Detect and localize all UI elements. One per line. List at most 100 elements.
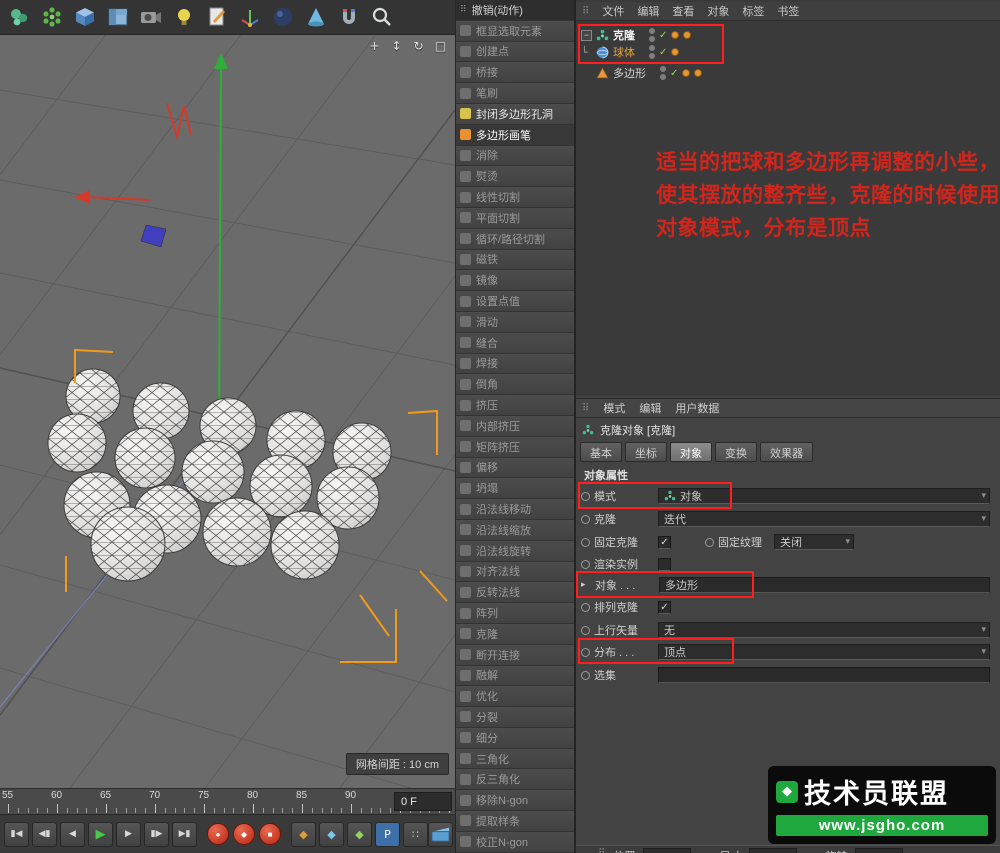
keyframe-dot[interactable] — [581, 648, 590, 657]
current-frame-box[interactable]: 0 F — [394, 792, 452, 811]
palette-item-32[interactable]: 融解 — [456, 666, 574, 687]
tab-4[interactable]: 效果器 — [760, 442, 813, 462]
palette-item-16[interactable]: 缝合 — [456, 333, 574, 354]
palette-item-20[interactable]: 内部挤压 — [456, 416, 574, 437]
next-key-button[interactable]: ▮▶ — [144, 822, 169, 847]
array-flower-icon[interactable] — [38, 4, 65, 31]
viewport[interactable]: +↕↻□ 网格间距 : 10 cm — [0, 35, 455, 788]
key-rotation-button[interactable]: ◆ — [347, 822, 372, 847]
tag-icon[interactable] — [671, 31, 679, 39]
coords-field-1[interactable] — [749, 848, 797, 853]
am-menu-2[interactable]: 用户数据 — [675, 400, 719, 416]
visibility-dots[interactable] — [660, 66, 666, 80]
coords-field-2[interactable] — [855, 848, 903, 853]
record-autokey-button[interactable]: ◆ — [233, 823, 255, 845]
magnet-icon[interactable] — [335, 4, 362, 31]
palette-item-18[interactable]: 倒角 — [456, 374, 574, 395]
tree-item-2[interactable]: 多边形✓ — [581, 65, 995, 81]
palette-item-14[interactable]: 设置点值 — [456, 291, 574, 312]
palette-item-6[interactable]: 多边形画笔 — [456, 125, 574, 146]
visibility-dots[interactable] — [649, 45, 655, 59]
clone-d0[interactable]: 迭代 ▾ — [658, 511, 990, 527]
play-button[interactable]: ▶ — [88, 822, 113, 847]
edit-page-icon[interactable] — [203, 4, 230, 31]
palette-item-31[interactable]: 断开连接 — [456, 645, 574, 666]
palette-item-23[interactable]: 坍塌 — [456, 478, 574, 499]
light-icon[interactable] — [170, 4, 197, 31]
palette-item-8[interactable]: 熨烫 — [456, 166, 574, 187]
palette-item-22[interactable]: 偏移 — [456, 458, 574, 479]
palette-item-19[interactable]: 挤压 — [456, 395, 574, 416]
object-link-field[interactable]: 多边形 — [659, 577, 990, 593]
keyframe-dot[interactable] — [705, 538, 714, 547]
go-start-button[interactable]: ▮◀ — [4, 822, 29, 847]
render-instance-checkbox[interactable] — [658, 558, 671, 571]
keyframe-dot[interactable] — [581, 560, 590, 569]
dark-sphere-icon[interactable] — [269, 4, 296, 31]
up-vector-dropdown[interactable]: 无 ▾ — [658, 622, 990, 638]
palette-item-15[interactable]: 滑动 — [456, 312, 574, 333]
palette-item-11[interactable]: 循环/路径切割 — [456, 229, 574, 250]
palette-item-21[interactable]: 矩阵挤压 — [456, 437, 574, 458]
tree-item-0[interactable]: −克隆✓ — [581, 27, 995, 43]
palette-item-36[interactable]: 三角化 — [456, 749, 574, 770]
model-cluster-icon[interactable] — [5, 4, 32, 31]
align-clone-checkbox[interactable]: ✓ — [658, 601, 671, 614]
palette-item-30[interactable]: 克隆 — [456, 624, 574, 645]
go-end-button[interactable]: ▶▮ — [172, 822, 197, 847]
zoom-view-icon[interactable]: ↕ — [389, 39, 404, 54]
tab-3[interactable]: 变换 — [715, 442, 757, 462]
cone-icon[interactable] — [302, 4, 329, 31]
palette-item-24[interactable]: 沿法线移动 — [456, 499, 574, 520]
keyframe-dot[interactable] — [581, 515, 590, 524]
am-menu-1[interactable]: 编辑 — [639, 400, 661, 416]
palette-item-0[interactable]: ⠿撤销(动作) — [456, 0, 574, 21]
prev-frame-button[interactable]: ◀ — [60, 822, 85, 847]
cube-icon[interactable] — [71, 4, 98, 31]
keyframe-dot[interactable] — [581, 603, 590, 612]
prev-key-button[interactable]: ◀▮ — [32, 822, 57, 847]
palette-item-38[interactable]: 移除N-gon — [456, 790, 574, 811]
palette-item-29[interactable]: 阵列 — [456, 603, 574, 624]
key-position-button[interactable]: ◆ — [291, 822, 316, 847]
magnifier-icon[interactable] — [368, 4, 395, 31]
palette-item-33[interactable]: 优化 — [456, 686, 574, 707]
tab-0[interactable]: 基本 — [580, 442, 622, 462]
palette-item-27[interactable]: 对齐法线 — [456, 562, 574, 583]
record-keyframe-button[interactable]: ● — [207, 823, 229, 845]
maximize-view-icon[interactable]: □ — [433, 39, 448, 54]
palette-item-28[interactable]: 反转法线 — [456, 582, 574, 603]
fix-texture-dropdown[interactable]: 关闭 ▾ — [774, 534, 854, 550]
layout-panels-icon[interactable] — [104, 4, 131, 31]
keyframe-dot[interactable] — [581, 671, 590, 680]
om-menu-4[interactable]: 标签 — [742, 3, 764, 19]
pan-view-icon[interactable]: + — [367, 39, 382, 54]
keyframe-dot[interactable] — [581, 492, 590, 501]
key-pla-button[interactable]: ∷ — [403, 822, 428, 847]
tab-2[interactable]: 对象 — [670, 442, 712, 462]
om-menu-5[interactable]: 书签 — [777, 3, 799, 19]
enable-check-icon[interactable]: ✓ — [659, 47, 667, 58]
om-menu-0[interactable]: 文件 — [602, 3, 624, 19]
distribution-dropdown[interactable]: 顶点 ▾ — [658, 644, 990, 660]
keyframe-dot[interactable] — [581, 538, 590, 547]
tag-icon[interactable] — [682, 69, 690, 77]
visibility-dots[interactable] — [649, 28, 655, 42]
coords-field-0[interactable] — [643, 848, 691, 853]
render-slate-button[interactable] — [428, 822, 453, 847]
palette-item-2[interactable]: 创建点 — [456, 42, 574, 63]
tab-1[interactable]: 坐标 — [625, 442, 667, 462]
palette-item-10[interactable]: 平面切割 — [456, 208, 574, 229]
tag-icon[interactable] — [694, 69, 702, 77]
om-menu-3[interactable]: 对象 — [707, 3, 729, 19]
tree-item-1[interactable]: └球体✓ — [581, 44, 995, 60]
expander-icon[interactable]: − — [581, 30, 592, 41]
palette-item-35[interactable]: 细分 — [456, 728, 574, 749]
axis-gizmo-icon[interactable] — [236, 4, 263, 31]
enable-check-icon[interactable]: ✓ — [659, 30, 667, 41]
palette-item-17[interactable]: 焊接 — [456, 354, 574, 375]
tag-icon[interactable] — [671, 48, 679, 56]
record-selection-button[interactable]: ■ — [259, 823, 281, 845]
am-menu-0[interactable]: 模式 — [603, 400, 625, 416]
palette-item-1[interactable]: 框显选取元素 — [456, 21, 574, 42]
